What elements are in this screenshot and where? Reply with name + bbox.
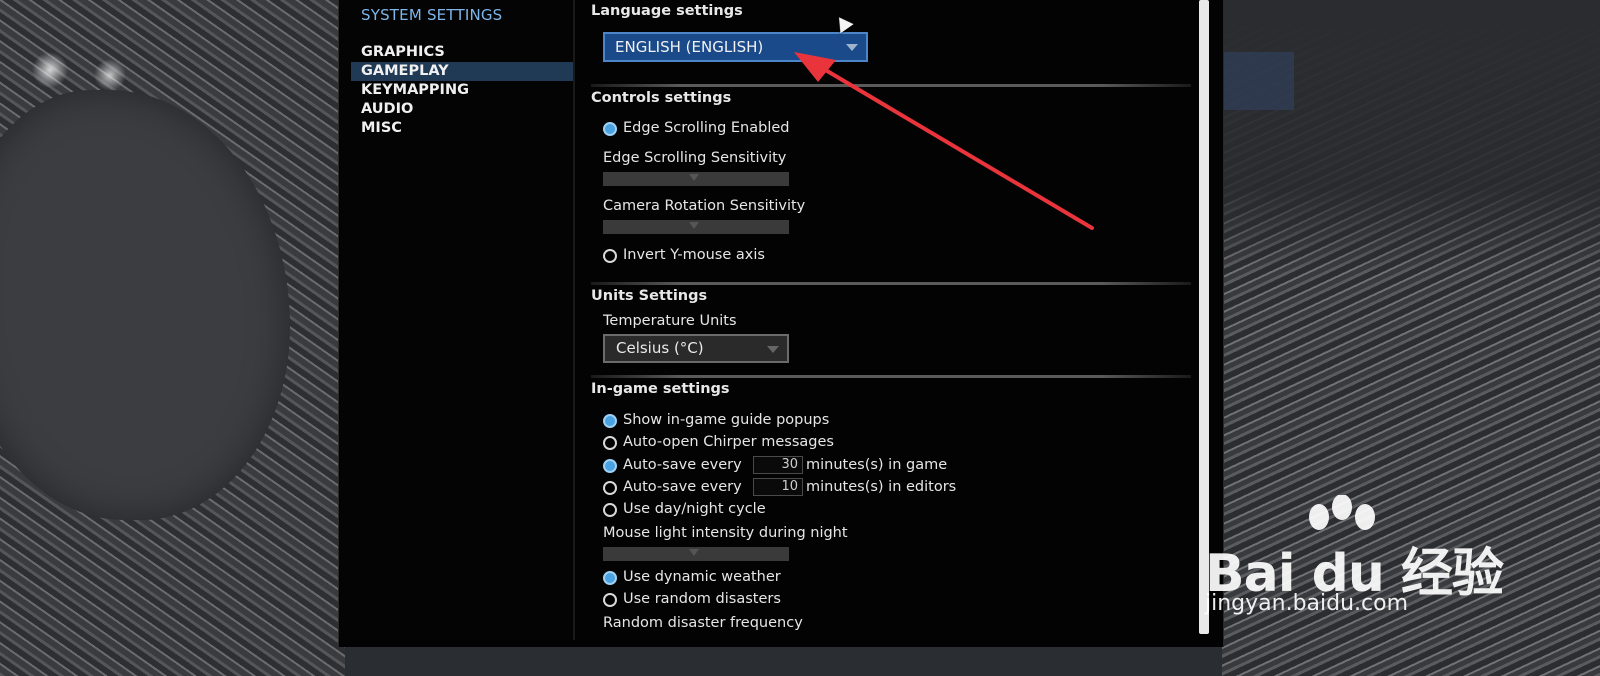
radio-off-icon: [603, 249, 617, 263]
section-divider: [591, 84, 1191, 87]
radio-on-icon: [603, 414, 617, 428]
city-view-left: [0, 0, 345, 676]
autosave-editor-minutes-input[interactable]: 10: [753, 478, 803, 496]
autosave-editor-label: Auto-save every: [623, 479, 742, 495]
ingame-section-title: In-game settings: [591, 381, 730, 397]
autosave-game-minutes-input[interactable]: 30: [753, 456, 803, 474]
chevron-down-icon: [767, 346, 779, 353]
slider-thumb-icon[interactable]: [689, 174, 699, 181]
slider-thumb-icon[interactable]: [689, 549, 699, 556]
temperature-units-value: Celsius (°C): [616, 339, 704, 357]
random-disasters-toggle[interactable]: Use random disasters: [603, 589, 781, 609]
temperature-units-label: Temperature Units: [603, 313, 737, 329]
invert-y-toggle[interactable]: Invert Y-mouse axis: [603, 245, 765, 265]
baidu-watermark: Bai du 经验 jingyan.baidu.com: [1205, 495, 1505, 635]
options-panel: SYSTEM SETTINGS GRAPHICS GAMEPLAY KEYMAP…: [338, 0, 1224, 647]
slider-thumb-icon[interactable]: [689, 222, 699, 229]
watermark-url: jingyan.baidu.com: [1205, 591, 1409, 616]
units-section-title: Units Settings: [591, 288, 708, 304]
sidebar-item-misc[interactable]: MISC: [351, 119, 573, 138]
disaster-frequency-label: Random disaster frequency: [603, 615, 803, 631]
edge-scrolling-toggle[interactable]: Edge Scrolling Enabled: [603, 118, 789, 138]
language-dropdown[interactable]: ENGLISH (ENGLISH): [603, 32, 868, 62]
radio-on-icon: [603, 122, 617, 136]
sidebar-item-gameplay[interactable]: GAMEPLAY: [351, 62, 573, 81]
water-area: [0, 90, 290, 520]
dynamic-weather-label: Use dynamic weather: [623, 569, 781, 585]
guide-popups-label: Show in-game guide popups: [623, 412, 830, 428]
day-night-toggle[interactable]: Use day/night cycle: [603, 499, 766, 519]
edge-sensitivity-slider[interactable]: [603, 172, 789, 186]
edge-sensitivity-label: Edge Scrolling Sensitivity: [603, 150, 787, 166]
dynamic-weather-toggle[interactable]: Use dynamic weather: [603, 567, 781, 587]
random-disasters-label: Use random disasters: [623, 591, 781, 607]
settings-sidebar: SYSTEM SETTINGS GRAPHICS GAMEPLAY KEYMAP…: [339, 0, 573, 640]
controls-section-title: Controls settings: [591, 90, 732, 106]
language-section-title: Language settings: [591, 3, 743, 19]
section-divider: [591, 282, 1191, 285]
temperature-units-dropdown[interactable]: Celsius (°C): [603, 334, 789, 363]
gameplay-settings: Language settings ENGLISH (ENGLISH) Cont…: [591, 0, 1191, 640]
mouse-light-label: Mouse light intensity during night: [603, 525, 848, 541]
autosave-game-toggle[interactable]: Auto-save every: [603, 455, 742, 475]
autosave-editor-toggle[interactable]: Auto-save every: [603, 477, 742, 497]
autosave-game-label: Auto-save every: [623, 457, 742, 473]
autosave-editor-suffix: minutes(s) in editors: [806, 479, 957, 495]
guide-popups-toggle[interactable]: Show in-game guide popups: [603, 410, 829, 430]
sidebar-item-keymapping[interactable]: KEYMAPPING: [351, 81, 573, 100]
section-divider: [591, 375, 1191, 378]
mouse-light-slider[interactable]: [603, 547, 789, 561]
radio-off-icon: [603, 593, 617, 607]
camera-rotation-slider[interactable]: [603, 220, 789, 234]
chevron-down-icon: [846, 44, 858, 51]
radio-off-icon: [603, 436, 617, 450]
hud-panel-fragment: [1222, 52, 1294, 110]
radio-on-icon: [603, 571, 617, 585]
sidebar-item-audio[interactable]: AUDIO: [351, 100, 573, 119]
sidebar-divider: [573, 0, 575, 640]
chirper-label: Auto-open Chirper messages: [623, 434, 834, 450]
sidebar-title: SYSTEM SETTINGS: [361, 6, 503, 24]
autosave-game-suffix: minutes(s) in game: [806, 457, 948, 473]
radio-off-icon: [603, 503, 617, 517]
radio-off-icon: [603, 481, 617, 495]
day-night-label: Use day/night cycle: [623, 501, 766, 517]
language-dropdown-value: ENGLISH (ENGLISH): [615, 38, 764, 56]
radio-on-icon: [603, 459, 617, 473]
edge-scrolling-label: Edge Scrolling Enabled: [623, 120, 790, 136]
mouse-cursor-icon: [832, 12, 854, 34]
camera-rotation-label: Camera Rotation Sensitivity: [603, 198, 806, 214]
chirper-toggle[interactable]: Auto-open Chirper messages: [603, 432, 834, 452]
invert-y-label: Invert Y-mouse axis: [623, 247, 765, 263]
sidebar-item-graphics[interactable]: GRAPHICS: [351, 43, 573, 62]
